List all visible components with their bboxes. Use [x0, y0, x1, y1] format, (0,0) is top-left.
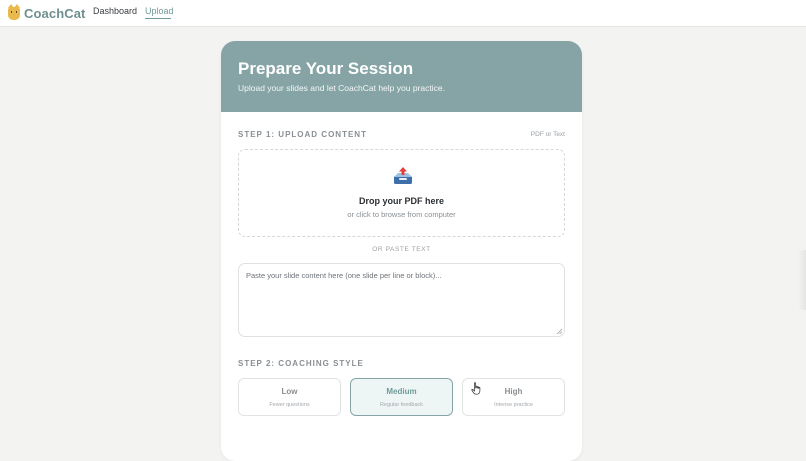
dropzone-title: Drop your PDF here: [358, 196, 444, 206]
dropzone-subtitle: or click to browse from computer: [347, 210, 456, 219]
pdf-dropzone[interactable]: Drop your PDF here or click to browse fr…: [238, 149, 565, 237]
option-label: Medium: [386, 387, 417, 396]
cat-face-icon: [8, 3, 20, 20]
top-navigation-bar: CoachCat Dashboard Upload: [0, 0, 806, 27]
hand-pointer-icon: [471, 382, 481, 395]
active-nav-indicator: [145, 18, 171, 19]
option-description: Fewer questions: [269, 402, 310, 408]
resize-grip-icon[interactable]: [556, 328, 562, 334]
session-card: Prepare Your Session Upload your slides …: [221, 41, 582, 461]
coaching-option-low[interactable]: Low Fewer questions: [238, 378, 341, 416]
file-type-hint: PDF or Text: [530, 131, 565, 138]
brand-name: CoachCat: [24, 5, 86, 21]
step1-label: STEP 1: UPLOAD CONTENT: [238, 130, 367, 139]
option-description: Regular feedback: [379, 402, 424, 408]
option-description: Intense practice: [494, 402, 533, 408]
option-label: Low: [281, 387, 298, 396]
edge-handle: [798, 250, 806, 310]
nav-link-dashboard[interactable]: Dashboard: [93, 6, 137, 16]
card-header: Prepare Your Session Upload your slides …: [221, 41, 582, 112]
textarea-placeholder: Paste your slide content here (one slide…: [246, 271, 442, 280]
nav-link-upload[interactable]: Upload: [145, 6, 174, 16]
page-subtitle: Upload your slides and let CoachCat help…: [238, 83, 445, 93]
or-divider: OR PASTE TEXT: [372, 246, 431, 253]
brand[interactable]: CoachCat: [8, 3, 86, 21]
page-title: Prepare Your Session: [238, 59, 414, 78]
step2-label: STEP 2: COACHING STYLE: [238, 359, 364, 368]
inbox-upload-icon: [394, 167, 412, 184]
slide-text-input[interactable]: Paste your slide content here (one slide…: [238, 263, 565, 337]
coaching-option-medium[interactable]: Medium Regular feedback: [350, 378, 453, 416]
